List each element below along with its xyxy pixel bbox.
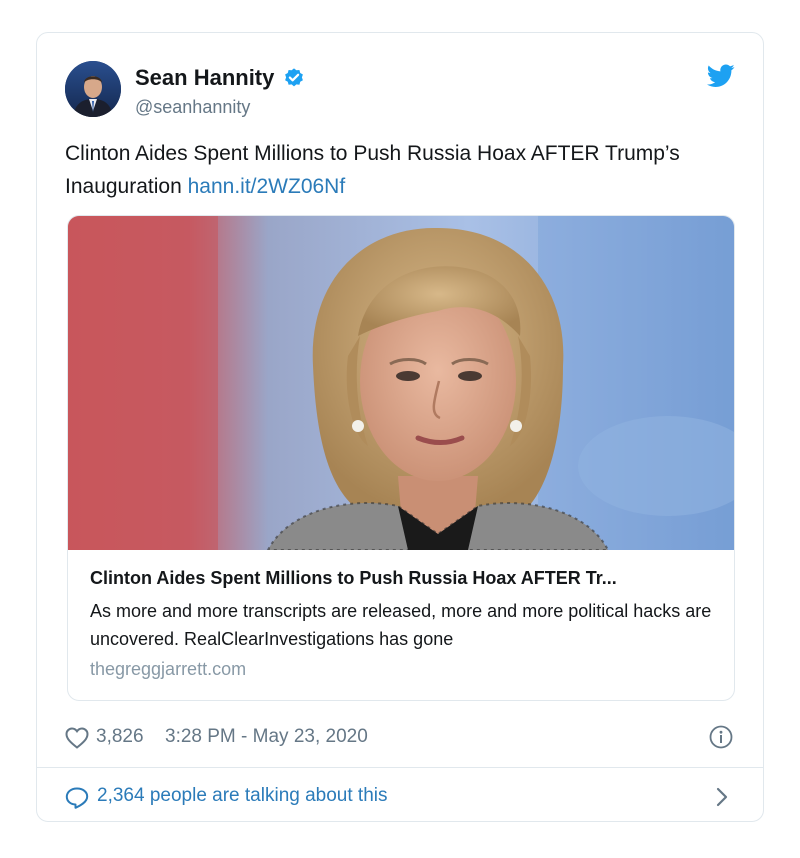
card-title[interactable]: Clinton Aides Spent Millions to Push Rus… [90,568,716,589]
info-icon[interactable] [709,725,733,749]
link-preview-card[interactable]: Clinton Aides Spent Millions to Push Rus… [67,215,735,701]
tweet-body: Clinton Aides Spent Millions to Push Rus… [65,142,680,198]
chevron-right-icon[interactable] [715,786,729,808]
tweet-meta: 3,826 3:28 PM - May 23, 2020 [65,723,735,753]
likes-count[interactable]: 3,826 [96,726,144,748]
author-block[interactable]: Sean Hannity @seanhannity [135,65,305,118]
timestamp[interactable]: 3:28 PM - May 23, 2020 [165,726,368,748]
speech-bubble-icon [65,787,89,809]
conversation-label[interactable]: 2,364 people are talking about this [97,785,388,807]
avatar[interactable] [65,61,121,117]
conversation-row[interactable]: 2,364 people are talking about this [65,783,735,813]
card-domain: thegreggjarrett.com [90,659,247,679]
handle[interactable]: @seanhannity [135,97,305,118]
divider [37,767,763,768]
tweet-text: Clinton Aides Spent Millions to Push Rus… [65,137,725,203]
heart-icon[interactable] [65,727,89,749]
card-body[interactable]: Clinton Aides Spent Millions to Push Rus… [90,568,716,680]
verified-badge-icon [284,68,303,87]
card-photo[interactable] [68,216,735,550]
tweet-header: Sean Hannity @seanhannity [65,61,735,119]
card-description: As more and more transcripts are release… [90,601,712,649]
twitter-bird-icon[interactable] [707,63,735,89]
tweet-card[interactable]: Sean Hannity @seanhannity Clinton Aides … [36,32,764,822]
tweet-link[interactable]: hann.it/2WZ06Nf [188,175,346,198]
display-name[interactable]: Sean Hannity [135,65,274,91]
